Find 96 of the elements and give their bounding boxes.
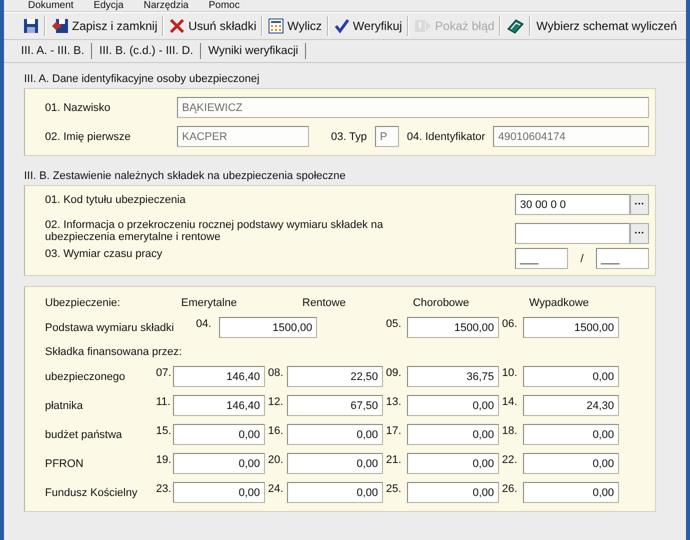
column-header: Rentowe [301, 297, 347, 309]
field-number: 25. [385, 482, 402, 495]
browse-button[interactable]: ··· [630, 223, 649, 244]
column-header: Ubezpieczenie: [45, 297, 122, 309]
field-number: 10. [501, 366, 518, 379]
text-field[interactable]: ___ [596, 248, 649, 269]
text-field[interactable]: 0,00 [287, 453, 383, 474]
field-number: 18. [501, 424, 518, 437]
text-field[interactable]: 0,00 [407, 482, 499, 503]
toolbar-button[interactable]: Wylicz [263, 15, 327, 37]
text-field[interactable]: 0,00 [173, 424, 265, 445]
tab[interactable]: III. A. - III. B. [14, 43, 92, 59]
text-field[interactable]: KACPER [177, 126, 309, 147]
field-number: 08. [267, 366, 284, 379]
menu-item[interactable]: Edycja [92, 0, 126, 11]
field-label: 01. Nazwisko [45, 102, 112, 114]
text-field[interactable]: 0,00 [407, 453, 499, 474]
slash-separator: / [579, 252, 585, 264]
text-field[interactable]: 36,75 [407, 366, 499, 387]
check-mark-icon [334, 18, 350, 34]
menu-item[interactable]: Dokument [26, 0, 76, 11]
toolbar-button[interactable]: Usuń składki [164, 15, 262, 37]
menu-item[interactable]: Narzędzia [142, 0, 191, 11]
field-number: 17. [385, 424, 402, 437]
row-label: PFRON [45, 458, 84, 470]
book-icon [506, 18, 524, 34]
row-label: budżet państwa [45, 428, 124, 440]
text-field[interactable]: 0,00 [407, 424, 499, 445]
text-field[interactable]: 67,50 [287, 395, 383, 416]
column-header: Wypadkowe [528, 297, 590, 309]
delete-cross-icon [169, 18, 186, 34]
menu-item[interactable]: Pomoc [206, 0, 242, 11]
field-label: 03. Wymiar czasu pracy [45, 248, 164, 260]
text-field[interactable]: 30 00 0 0 [515, 194, 630, 215]
row-label: Fundusz Kościelny [45, 486, 138, 498]
column-header: Chorobowe [412, 297, 470, 309]
tab[interactable]: III. B. (c.d.) - III. D. [92, 43, 202, 59]
field-number: 23. [155, 482, 172, 495]
field-number: 13. [385, 395, 402, 408]
field-number: 26. [501, 482, 518, 495]
text-field[interactable] [515, 223, 630, 244]
field-label: 02. Informacja o przekroczeniu rocznej podstawy wymiaru składek na ubezpieczenia emerytalne i rentowe [45, 219, 384, 243]
field-number: 20. [267, 453, 284, 466]
field-number: 12. [267, 395, 284, 408]
row-label: ubezpieczonego [45, 370, 126, 382]
warning-sign-icon [414, 18, 432, 34]
text-field[interactable]: 1500,00 [219, 317, 318, 338]
field-label: 01. Kod tytułu ubezpieczenia [45, 194, 187, 206]
field-number: 11. [155, 395, 172, 408]
text-field[interactable]: 0,00 [407, 395, 499, 416]
text-field[interactable]: 1500,00 [407, 317, 499, 338]
field-number: 06. [501, 317, 518, 330]
text-field[interactable]: 49010604174 [493, 126, 649, 147]
toolbar-button[interactable]: Wybierz schemat wyliczeń [531, 15, 682, 37]
field-number: 14. [501, 395, 518, 408]
toolbar-button[interactable]: Zapisz i zamknij [46, 15, 162, 37]
text-field[interactable]: 0,00 [523, 424, 619, 445]
text-field[interactable]: 0,00 [173, 453, 265, 474]
field-number: 22. [501, 453, 518, 466]
column-header: Emerytalne [180, 297, 238, 309]
field-number: 05. [385, 317, 402, 330]
text-field[interactable]: 0,00 [523, 482, 619, 503]
field-number: 16. [267, 424, 284, 437]
row-label: Podstawa wymiaru składki [45, 322, 173, 334]
browse-button[interactable]: ··· [630, 194, 649, 215]
toolbar-button[interactable]: Weryfikuj [328, 15, 408, 37]
section-title: III. A. Dane identyfikacyjne osoby ubezpieczonej [24, 72, 260, 87]
text-field[interactable]: 24,30 [523, 395, 619, 416]
text-field[interactable]: 22,50 [287, 366, 383, 387]
field-label: 02. Imię pierwsze [45, 130, 132, 142]
text-field[interactable]: ___ [515, 248, 568, 269]
text-field[interactable]: 0,00 [523, 453, 619, 474]
field-number: 24. [267, 482, 284, 495]
field-number: 09. [385, 366, 402, 379]
text-field[interactable]: 0,00 [523, 366, 619, 387]
field-number: 04. [195, 317, 212, 330]
text-field[interactable]: 146,40 [173, 395, 265, 416]
section-title: III. B. Zestawienie należnych składek na ubezpieczenia społeczne [24, 169, 347, 184]
text-field[interactable]: 146,40 [173, 366, 265, 387]
text-field[interactable]: 1500,00 [523, 317, 619, 338]
field-number: 15. [155, 424, 172, 437]
text-field[interactable]: P [374, 126, 399, 147]
calculator-icon [268, 18, 284, 34]
row-label: płatnika [45, 400, 84, 412]
field-number: 19. [155, 453, 172, 466]
field-label: 04. Identyfikator [406, 130, 486, 142]
disk-with-arrow-icon [51, 18, 69, 34]
field-number: 07. [155, 366, 172, 379]
tab[interactable]: Wyniki weryfikacji [201, 43, 306, 59]
text-field[interactable]: 0,00 [287, 424, 383, 445]
text-field[interactable]: 0,00 [287, 482, 383, 503]
row-label: Składka finansowana przez: [45, 346, 183, 358]
text-field[interactable]: BĄKIEWICZ [177, 97, 649, 118]
text-field[interactable]: 0,00 [173, 482, 265, 503]
field-number: 21. [385, 453, 402, 466]
field-label: 03. Typ [331, 130, 367, 142]
